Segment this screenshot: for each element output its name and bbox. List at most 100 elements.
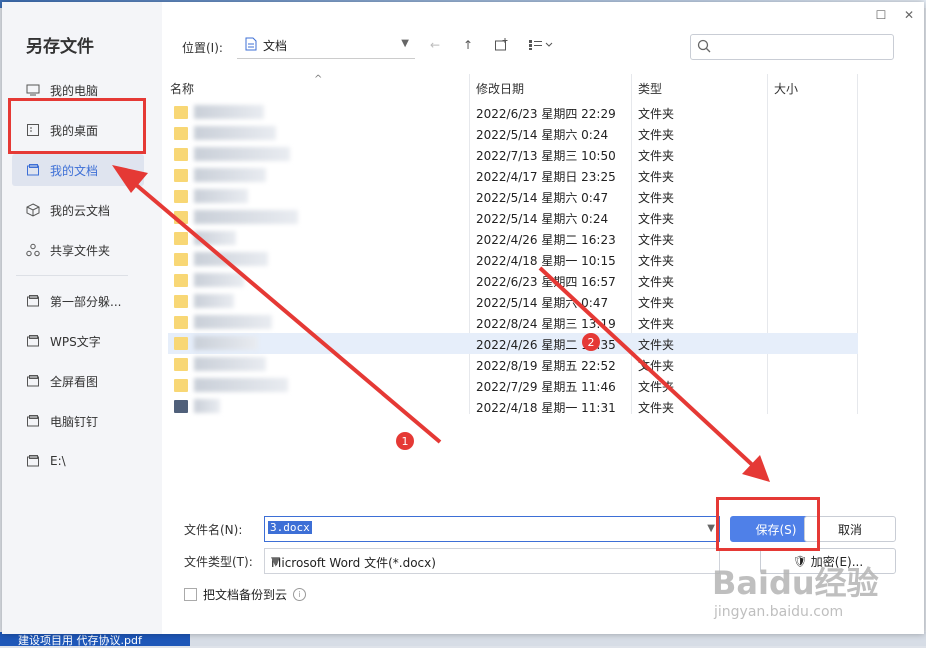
file-row[interactable]: 2022/7/29 星期五 11:46 文件夹 <box>168 375 858 396</box>
file-row[interactable]: 2022/7/13 星期三 10:50 文件夹 <box>168 144 858 165</box>
filename-value: 3.docx <box>268 521 312 534</box>
sidebar-item-shared-folder[interactable]: 共享文件夹 <box>12 234 144 266</box>
blurred-file-name <box>194 252 268 266</box>
file-date: 2022/6/23 星期四 22:29 <box>476 107 616 121</box>
file-type: 文件夹 <box>638 401 675 415</box>
cloud-backup-label: 把文档备份到云 <box>203 588 288 602</box>
step-badge-2: 2 <box>582 333 600 351</box>
file-type: 文件夹 <box>638 254 675 268</box>
file-row-hovered[interactable]: 2022/4/26 星期二 16:35 文件夹 <box>168 333 858 354</box>
blurred-file-name <box>194 147 290 161</box>
video-file-icon <box>174 400 188 413</box>
cloud-cube-icon <box>26 203 40 217</box>
folder-icon <box>174 148 188 161</box>
file-type: 文件夹 <box>638 128 675 142</box>
document-icon <box>245 37 257 54</box>
sidebar-item-label: E:\ <box>50 454 66 468</box>
file-row[interactable]: 2022/4/18 星期一 10:15 文件夹 <box>168 249 858 270</box>
blurred-file-name <box>194 336 258 350</box>
sidebar-item-dingtalk[interactable]: 电脑钉钉 <box>12 405 144 437</box>
sidebar-item-wps-text[interactable]: WPS文字 <box>12 325 144 357</box>
file-type: 文件夹 <box>638 191 675 205</box>
file-date: 2022/5/14 星期六 0:47 <box>476 296 609 310</box>
folder-icon <box>26 334 40 348</box>
sidebar-item-drive-e[interactable]: E:\ <box>12 445 144 477</box>
blurred-file-name <box>194 294 234 308</box>
blurred-file-name <box>194 189 248 203</box>
file-row[interactable]: 2022/4/26 星期二 16:23 文件夹 <box>168 228 858 249</box>
file-date: 2022/5/14 星期六 0:47 <box>476 191 609 205</box>
folder-icon <box>174 295 188 308</box>
file-type: 文件夹 <box>638 359 675 373</box>
file-row[interactable]: 2022/6/23 星期四 22:29 文件夹 <box>168 102 858 123</box>
file-type: 文件夹 <box>638 296 675 310</box>
search-icon <box>697 39 711 56</box>
column-header-name[interactable]: 名称 <box>170 80 194 97</box>
file-date: 2022/4/26 星期二 16:23 <box>476 233 616 247</box>
file-type: 文件夹 <box>638 233 675 247</box>
filetype-select[interactable]: Microsoft Word 文件(*.docx) ▼ <box>264 548 720 574</box>
folder-icon <box>26 454 40 468</box>
cloud-backup-option[interactable]: 把文档备份到云 i <box>184 586 307 603</box>
back-arrow-icon[interactable]: ← <box>424 34 446 56</box>
sidebar-item-folder-1[interactable]: 第一部分躲... <box>12 285 144 317</box>
file-type: 文件夹 <box>638 317 675 331</box>
column-header-type[interactable]: 类型 <box>638 80 662 97</box>
file-date: 2022/6/23 星期四 16:57 <box>476 275 616 289</box>
file-row[interactable]: 2022/4/18 星期一 11:31 文件夹 <box>168 396 858 417</box>
watermark-url: jingyan.baidu.com <box>714 604 844 620</box>
file-type: 文件夹 <box>638 212 675 226</box>
watermark-logo: Baidu经验 <box>712 564 879 602</box>
blurred-file-name <box>194 357 266 371</box>
folder-icon <box>26 163 40 177</box>
taskbar: 建设项目用 代存协议.pdf <box>0 632 926 647</box>
location-select[interactable]: 文档 ▼ <box>237 32 415 59</box>
chevron-down-icon[interactable]: ▼ <box>707 523 715 534</box>
file-row[interactable]: 2022/6/23 星期四 16:57 文件夹 <box>168 270 858 291</box>
file-list: 名称 ^ 修改日期 类型 大小 2022/6/23 星期四 22:29 文件夹 2… <box>164 74 860 502</box>
file-type: 文件夹 <box>638 275 675 289</box>
chevron-down-icon: ▼ <box>271 554 281 568</box>
blurred-file-name <box>194 231 236 245</box>
file-date: 2022/8/19 星期五 22:52 <box>476 359 616 373</box>
filename-input[interactable]: 3.docx ▼ <box>264 516 720 542</box>
dialog-title: 另存文件 <box>26 37 94 57</box>
blurred-file-name <box>194 273 244 287</box>
blurred-file-name <box>194 210 298 224</box>
folder-icon <box>174 211 188 224</box>
cloud-backup-checkbox[interactable] <box>184 588 197 601</box>
sidebar-item-label: 我的文档 <box>50 163 99 178</box>
file-row[interactable]: 2022/4/17 星期日 23:25 文件夹 <box>168 165 858 186</box>
chevron-down-icon: ▼ <box>401 38 409 49</box>
sidebar: 另存文件 我的电脑 我的桌面 我的文档 我的云文档 共享文件夹 第一部分躲... <box>2 2 162 634</box>
column-header-modified[interactable]: 修改日期 <box>476 80 524 97</box>
blurred-file-name <box>194 168 266 182</box>
file-row[interactable]: 2022/5/14 星期六 0:47 文件夹 <box>168 186 858 207</box>
step-badge-1: 1 <box>396 432 414 450</box>
filetype-label: 文件类型(T): <box>184 555 253 569</box>
sidebar-item-label: WPS文字 <box>50 334 101 349</box>
column-header-size[interactable]: 大小 <box>774 80 798 97</box>
file-row[interactable]: 2022/8/19 星期五 22:52 文件夹 <box>168 354 858 375</box>
sidebar-item-label: 我的电脑 <box>50 83 99 98</box>
file-date: 2022/8/24 星期三 13:19 <box>476 317 616 331</box>
up-arrow-icon[interactable]: ↑ <box>457 34 479 56</box>
view-mode-icon[interactable] <box>524 34 558 56</box>
file-row[interactable]: 2022/5/14 星期六 0:47 文件夹 <box>168 291 858 312</box>
sidebar-item-my-documents[interactable]: 我的文档 <box>12 154 144 186</box>
toolbar: 位置(I): 文档 ▼ ← ↑ <box>162 32 924 62</box>
maximize-icon[interactable]: ☐ <box>872 6 890 24</box>
file-row[interactable]: 2022/8/24 星期三 13:19 文件夹 <box>168 312 858 333</box>
close-icon[interactable]: ✕ <box>900 6 918 24</box>
file-row[interactable]: 2022/5/14 星期六 0:24 文件夹 <box>168 207 858 228</box>
sidebar-item-cloud-docs[interactable]: 我的云文档 <box>12 194 144 226</box>
folder-icon <box>174 253 188 266</box>
new-folder-icon[interactable] <box>490 34 512 56</box>
blurred-file-name <box>194 399 220 413</box>
file-row[interactable]: 2022/5/14 星期六 0:24 文件夹 <box>168 123 858 144</box>
sidebar-item-fullscreen-viewer[interactable]: 全屏看图 <box>12 365 144 397</box>
search-input[interactable] <box>690 34 894 60</box>
sidebar-item-label: 电脑钉钉 <box>50 414 99 429</box>
folder-icon <box>26 294 40 308</box>
info-icon[interactable]: i <box>293 588 307 601</box>
